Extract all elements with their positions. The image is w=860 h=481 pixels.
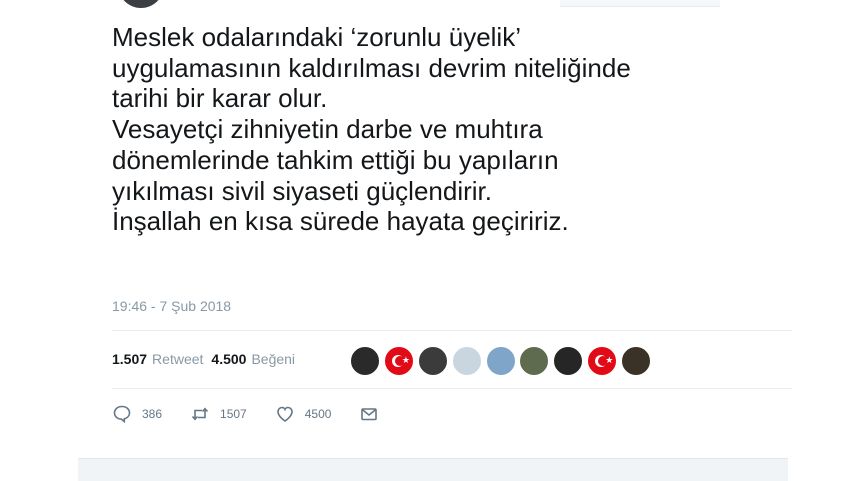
tweet-text-line: dönemlerinde tahkim ettiği bu yapıların <box>112 144 559 175</box>
tweet-text: Meslek odalarındaki ‘zorunlu üyelik’ uyg… <box>112 22 812 237</box>
liker-avatar[interactable] <box>519 346 550 376</box>
avatar[interactable] <box>118 0 164 8</box>
liker-avatar[interactable]: ★ <box>383 346 414 376</box>
liker-avatar[interactable] <box>350 346 380 376</box>
tweet-stats: 1.507 Retweet 4.500 Beğeni <box>112 351 303 367</box>
tweet-text-line: Meslek odalarındaki ‘zorunlu üyelik’ <box>112 22 521 52</box>
tweet-text-line: yıkılması sivil siyaseti güçlendirir. <box>112 175 492 206</box>
star-icon: ★ <box>605 355 614 365</box>
liker-avatar[interactable] <box>451 346 482 376</box>
liker-avatar[interactable] <box>621 346 652 376</box>
divider <box>112 388 792 389</box>
tweet-timestamp[interactable]: 19:46 - 7 Şub 2018 <box>112 298 231 314</box>
next-tweet-strip <box>78 458 788 481</box>
heart-icon <box>276 406 293 422</box>
header-strip <box>560 0 720 7</box>
like-action-count: 4500 <box>304 407 332 421</box>
tweet-text-line: tarihi bir karar olur. <box>112 83 328 114</box>
retweet-icon <box>191 407 209 421</box>
liker-avatar[interactable] <box>485 346 516 376</box>
retweet-button[interactable]: 1507 <box>190 404 247 424</box>
tweet-text-line: İnşallah en kısa sürede hayata geçiririz… <box>112 206 569 237</box>
tweet-text-line: uygulamasının kaldırılması devrim niteli… <box>112 52 631 83</box>
retweet-action-count: 1507 <box>220 407 247 421</box>
star-icon: ★ <box>401 355 410 365</box>
retweet-count[interactable]: 1.507 <box>112 351 147 367</box>
tweet-card: Meslek odalarındaki ‘zorunlu üyelik’ uyg… <box>0 0 860 481</box>
retweet-label[interactable]: Retweet <box>152 351 203 367</box>
liker-avatar[interactable] <box>417 346 448 376</box>
like-count[interactable]: 4.500 <box>211 351 246 367</box>
tweet-text-line: Vesayetçi zihniyetin darbe ve muhtıra <box>112 114 543 145</box>
reply-button[interactable]: 386 <box>112 404 162 424</box>
like-label[interactable]: Beğeni <box>251 351 295 367</box>
liker-avatar[interactable]: ★ <box>587 346 618 376</box>
likers-avatars: ★ ★ <box>350 346 655 376</box>
like-button[interactable]: 4500 <box>275 404 332 424</box>
direct-message-button[interactable] <box>359 404 379 424</box>
liker-avatar[interactable] <box>553 346 584 376</box>
reply-count: 386 <box>142 407 163 421</box>
envelope-icon <box>361 408 378 421</box>
reply-icon <box>113 405 131 424</box>
divider <box>112 330 792 331</box>
tweet-actions: 386 1507 4500 <box>112 404 407 424</box>
